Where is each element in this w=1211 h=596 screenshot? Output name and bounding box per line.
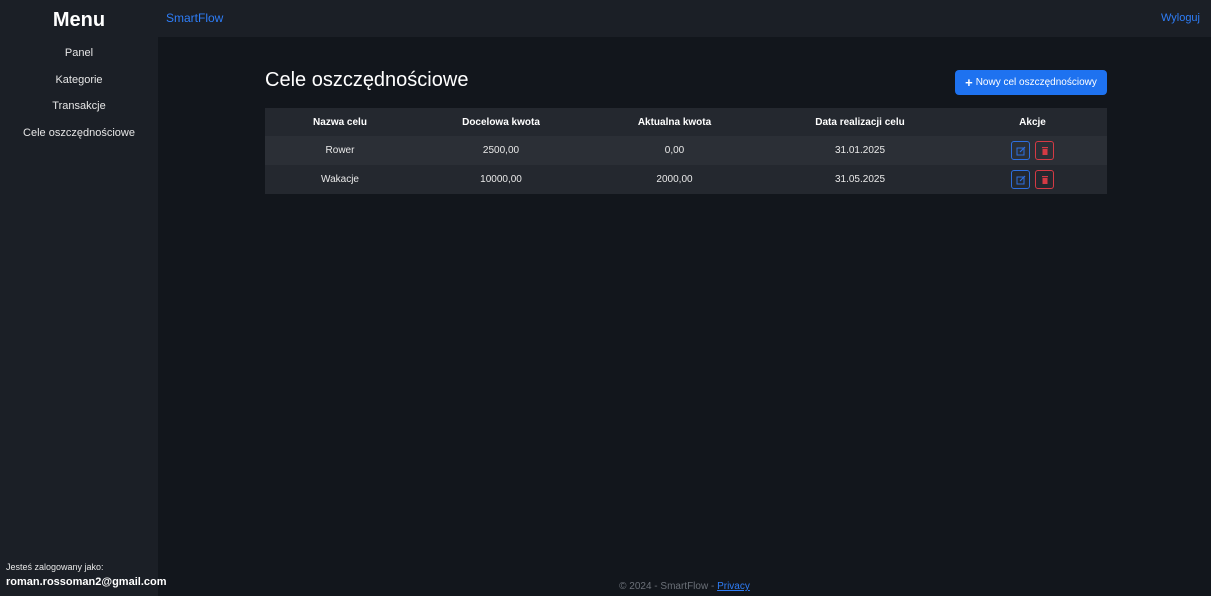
app-root: Menu Panel Kategorie Transakcje Cele osz… — [0, 0, 1211, 596]
sidebar-title: Menu — [52, 9, 106, 31]
logout-link[interactable]: Wyloguj — [1161, 12, 1200, 24]
sidebar-nav: Panel Kategorie Transakcje Cele oszczędn… — [0, 45, 158, 151]
edit-button[interactable] — [1011, 170, 1030, 189]
new-goal-button-label: Nowy cel oszczędnościowy — [975, 77, 1097, 88]
goal-current-amount: 0,00 — [587, 136, 762, 165]
sidebar-item-panel[interactable]: Panel — [0, 45, 158, 72]
privacy-link[interactable]: Privacy — [717, 581, 750, 592]
edit-icon — [1016, 175, 1025, 184]
goal-current-amount: 2000,00 — [656, 174, 693, 185]
sidebar-item-kategorie[interactable]: Kategorie — [0, 72, 158, 99]
sidebar-item-transakcje[interactable]: Transakcje — [0, 98, 158, 125]
column-header-current: Aktualna kwota — [637, 116, 712, 128]
logged-in-email: roman.rossoman2@gmail.com — [6, 576, 167, 588]
table-header-row: Nazwa celu Docelowa kwota Aktualna kwota… — [265, 108, 1107, 136]
goal-date: 31.01.2025 — [762, 136, 958, 165]
delete-button[interactable] — [1035, 141, 1054, 160]
column-header-actions: Akcje — [1019, 116, 1046, 128]
goal-target-amount: 2500,00 — [415, 136, 587, 165]
table-row: Wakacje 10000,00 2000,00 31.05.2025 — [265, 165, 1107, 194]
logged-in-label: Jesteś zalogowany jako: — [6, 562, 104, 572]
column-header-name: Nazwa celu — [313, 116, 367, 128]
topbar: SmartFlow Wyloguj — [158, 0, 1211, 37]
goal-date: 31.05.2025 — [834, 174, 886, 185]
brand-link[interactable]: SmartFlow — [166, 11, 223, 25]
goal-actions — [958, 136, 1107, 165]
footer: © 2024 - SmartFlow - Privacy — [158, 581, 1211, 592]
sidebar-item-cele-oszczednosciowe[interactable]: Cele oszczędnościowe — [0, 125, 158, 152]
trash-icon — [1041, 175, 1048, 184]
goals-table: Nazwa celu Docelowa kwota Aktualna kwota… — [265, 108, 1107, 194]
trash-icon — [1041, 146, 1048, 155]
column-header-date: Data realizacji celu — [815, 116, 905, 128]
edit-button[interactable] — [1011, 141, 1030, 160]
delete-button[interactable] — [1035, 170, 1054, 189]
page-title: Cele oszczędnościowe — [265, 69, 469, 91]
goal-target-amount: 10000,00 — [480, 174, 522, 185]
edit-icon — [1016, 146, 1025, 155]
goal-actions — [958, 165, 1107, 194]
table-row: Rower 2500,00 0,00 31.01.2025 — [265, 136, 1107, 165]
new-goal-button[interactable]: + Nowy cel oszczędnościowy — [955, 70, 1107, 95]
plus-icon: + — [965, 75, 973, 90]
goal-name: Rower — [265, 136, 415, 165]
sidebar: Menu Panel Kategorie Transakcje Cele osz… — [0, 0, 167, 596]
goal-name: Wakacje — [321, 174, 359, 185]
column-header-target: Docelowa kwota — [462, 116, 540, 128]
footer-text: © 2024 - SmartFlow - — [619, 581, 718, 592]
